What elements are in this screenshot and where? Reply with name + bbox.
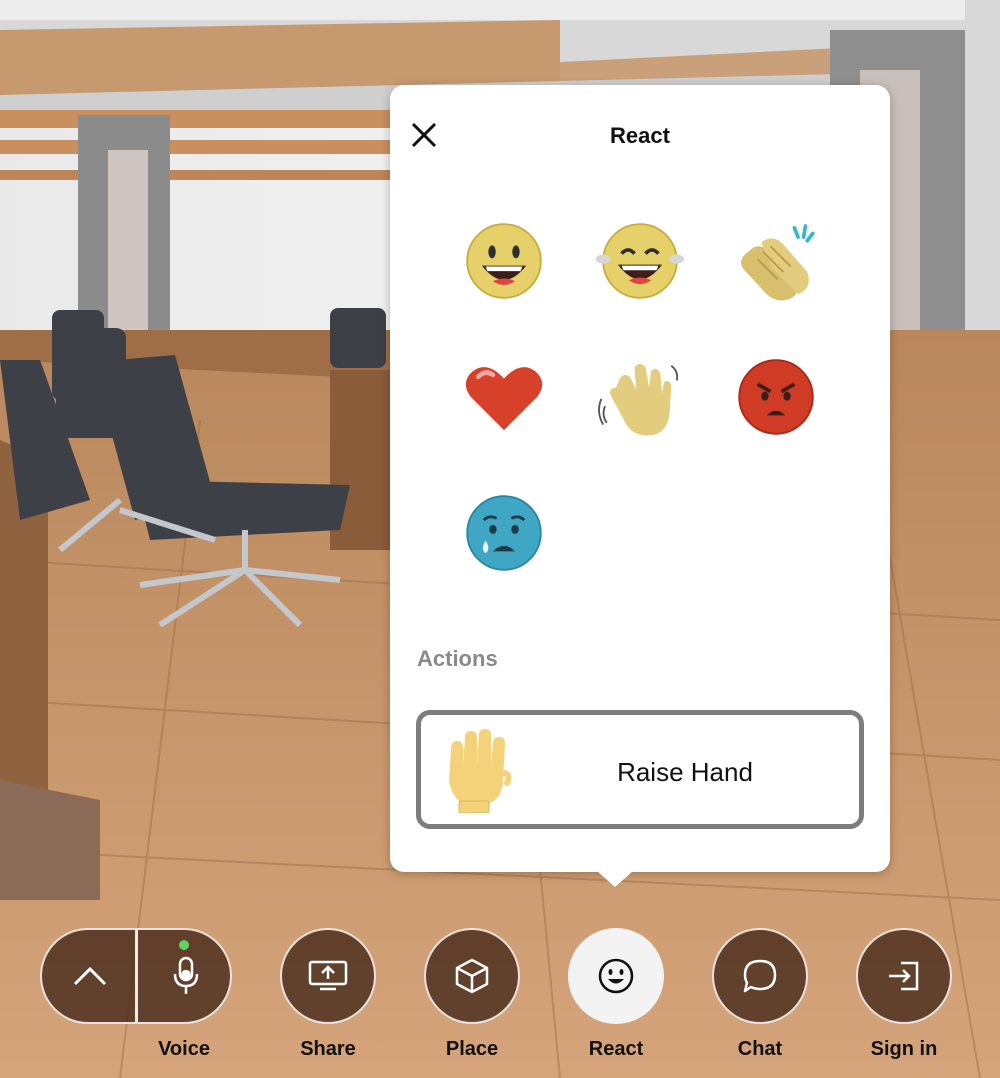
raise-hand-label: Raise Hand <box>617 757 753 787</box>
raise-hand-button[interactable]: Raise Hand <box>416 710 864 829</box>
reaction-grinning-face-button[interactable] <box>456 213 552 309</box>
react-panel: React Actions Raise Hand <box>390 85 890 887</box>
place-button[interactable] <box>424 928 520 1024</box>
grinning-face-icon <box>466 223 542 299</box>
share-screen-icon <box>308 960 348 991</box>
panel-title: React <box>610 123 670 148</box>
reaction-wave-button[interactable] <box>592 349 688 445</box>
sad-tear-face-icon <box>466 495 542 571</box>
reaction-laughing-tears-button[interactable] <box>592 213 688 309</box>
reaction-angry-button[interactable] <box>728 349 824 445</box>
share-button[interactable] <box>280 928 376 1024</box>
chat-button[interactable] <box>712 928 808 1024</box>
expand-menu-button[interactable] <box>42 930 137 1022</box>
reaction-clapping-button[interactable] <box>728 213 824 309</box>
cube-icon <box>455 958 489 994</box>
react-button[interactable] <box>568 928 664 1024</box>
sign-in-button[interactable] <box>856 928 952 1024</box>
place-label: Place <box>445 1038 499 1060</box>
reaction-sad-tear-button[interactable] <box>456 485 552 581</box>
smiley-icon <box>598 958 634 994</box>
voice-label: Voice <box>158 1038 210 1060</box>
actions-heading: Actions <box>417 646 498 671</box>
panel-pointer <box>597 871 633 887</box>
react-label: React <box>588 1038 644 1060</box>
mic-live-indicator <box>179 940 189 950</box>
chevron-up-icon <box>73 966 106 986</box>
share-label: Share <box>300 1038 356 1060</box>
voice-control-group <box>40 928 232 1024</box>
sign-in-label: Sign in <box>870 1038 938 1060</box>
microphone-icon <box>173 956 198 994</box>
reaction-heart-button[interactable] <box>456 349 552 445</box>
sign-in-icon <box>889 961 919 991</box>
angry-face-icon <box>738 359 814 435</box>
waving-hand-icon <box>598 363 679 436</box>
red-heart-icon <box>465 367 543 431</box>
chat-label: Chat <box>737 1038 783 1060</box>
clapping-hands-icon <box>741 224 815 301</box>
chat-bubble-icon <box>743 959 777 993</box>
laughing-tears-icon <box>595 223 685 299</box>
